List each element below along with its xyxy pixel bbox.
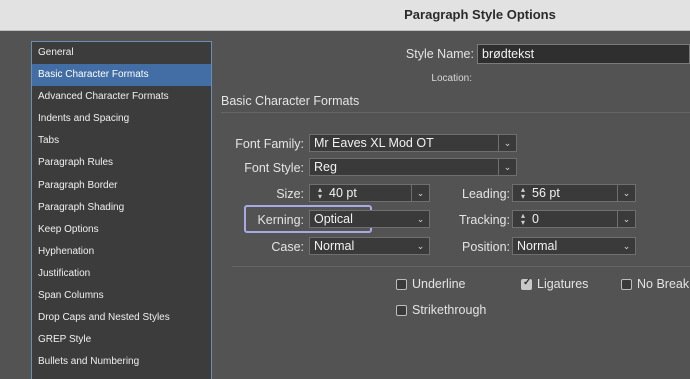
strikethrough-label: Strikethrough xyxy=(412,303,487,317)
leading-combobox[interactable]: ▴ ▾ 56 pt ⌄ xyxy=(512,184,636,202)
location-label: Location: xyxy=(431,73,472,84)
font-style-label: Font Style: xyxy=(244,161,304,175)
style-name-label: Style Name: xyxy=(405,47,474,61)
size-value: 40 pt xyxy=(329,186,357,200)
sidebar-item-span-columns[interactable]: Span Columns xyxy=(32,285,211,307)
chevron-down-icon: ⌄ xyxy=(617,211,635,227)
case-value: Normal xyxy=(314,239,355,253)
position-dropdown[interactable]: Normal ⌄ xyxy=(512,237,636,255)
sidebar-item-indents-and-spacing[interactable]: Indents and Spacing xyxy=(32,108,211,130)
chevron-down-icon: ⌄ xyxy=(498,159,516,175)
chevron-down-icon: ⌄ xyxy=(416,214,425,224)
sidebar-item-basic-character-formats[interactable]: Basic Character Formats xyxy=(32,64,211,87)
case-dropdown[interactable]: Normal ⌄ xyxy=(309,237,430,255)
font-family-dropdown[interactable]: Mr Eaves XL Mod OT ⌄ xyxy=(309,134,517,152)
options-divider xyxy=(232,266,690,267)
kerning-dropdown[interactable]: Optical ⌄ xyxy=(309,210,430,228)
sidebar-item-grep-style[interactable]: GREP Style xyxy=(32,329,211,351)
tracking-label: Tracking: xyxy=(459,213,510,227)
font-style-value: Reg xyxy=(314,160,337,174)
size-label: Size: xyxy=(276,187,304,201)
sidebar-item-paragraph-border[interactable]: Paragraph Border xyxy=(32,175,211,197)
chevron-down-icon: ⌄ xyxy=(416,241,425,251)
sidebar-item-justification[interactable]: Justification xyxy=(32,263,211,285)
no-break-checkbox[interactable] xyxy=(621,279,632,290)
sidebar-item-advanced-character-formats[interactable]: Advanced Character Formats xyxy=(32,86,211,108)
strikethrough-checkbox[interactable] xyxy=(396,305,407,316)
font-family-value: Mr Eaves XL Mod OT xyxy=(314,136,434,150)
leading-value: 56 pt xyxy=(532,186,560,200)
chevron-down-icon: ⌄ xyxy=(411,185,429,201)
leading-label: Leading: xyxy=(462,187,510,201)
underline-checkbox[interactable] xyxy=(396,279,407,290)
stepper-icon[interactable]: ▴ ▾ xyxy=(314,186,326,201)
case-label: Case: xyxy=(271,240,304,254)
position-label: Position: xyxy=(462,240,510,254)
kerning-value: Optical xyxy=(314,212,353,226)
chevron-down-icon: ⌄ xyxy=(498,135,516,151)
chevron-down-icon: ⌄ xyxy=(617,185,635,201)
sidebar-item-paragraph-rules[interactable]: Paragraph Rules xyxy=(32,152,211,174)
sidebar-item-bullets-and-numbering[interactable]: Bullets and Numbering xyxy=(32,351,211,373)
position-value: Normal xyxy=(517,239,558,253)
sidebar-item-general[interactable]: General xyxy=(32,42,211,64)
font-style-dropdown[interactable]: Reg ⌄ xyxy=(309,158,517,176)
tracking-combobox[interactable]: ▴ ▾ 0 ⌄ xyxy=(512,210,636,228)
sidebar-item-drop-caps-and-nested-styles[interactable]: Drop Caps and Nested Styles xyxy=(32,307,211,329)
chevron-down-icon: ⌄ xyxy=(622,241,631,251)
window-title: Paragraph Style Options xyxy=(404,7,556,22)
underline-label: Underline xyxy=(412,277,466,291)
size-combobox[interactable]: ▴ ▾ 40 pt ⌄ xyxy=(309,184,430,202)
tracking-value: 0 xyxy=(532,212,539,226)
sidebar: General Basic Character Formats Advanced… xyxy=(31,41,212,379)
section-divider xyxy=(221,112,690,113)
window-titlebar: Paragraph Style Options xyxy=(0,0,690,31)
style-name-input[interactable]: brødtekst xyxy=(477,44,690,64)
sidebar-item-keep-options[interactable]: Keep Options xyxy=(32,219,211,241)
ligatures-label: Ligatures xyxy=(537,277,589,291)
no-break-label: No Break xyxy=(637,277,690,291)
kerning-label: Kerning: xyxy=(257,213,304,227)
stepper-icon[interactable]: ▴ ▾ xyxy=(517,212,529,227)
sidebar-item-tabs[interactable]: Tabs xyxy=(32,130,211,152)
stepper-icon[interactable]: ▴ ▾ xyxy=(517,186,529,201)
sidebar-item-hyphenation[interactable]: Hyphenation xyxy=(32,241,211,263)
section-title: Basic Character Formats xyxy=(221,94,360,108)
ligatures-checkbox[interactable] xyxy=(521,277,532,290)
sidebar-item-paragraph-shading[interactable]: Paragraph Shading xyxy=(32,197,211,219)
font-family-label: Font Family: xyxy=(235,137,304,151)
